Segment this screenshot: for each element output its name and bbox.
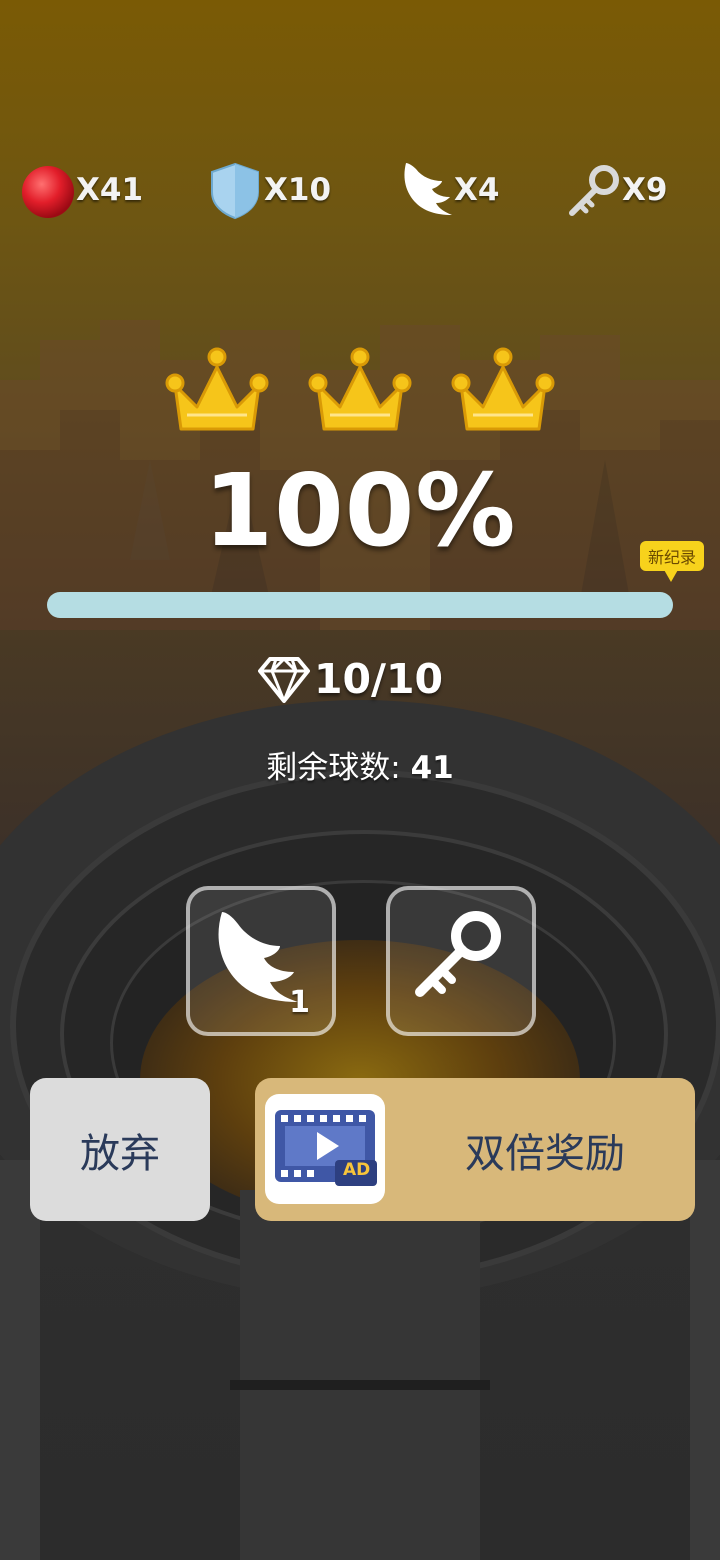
key-icon [415,911,501,997]
wings-count: X4 [454,172,500,208]
quit-button[interactable]: 放弃 [30,1078,210,1221]
progress-bar-fill [47,592,673,618]
gems-collected: 10/10 [258,650,443,708]
double-reward-button[interactable]: AD 双倍奖励 [255,1078,695,1221]
wing-icon [404,163,452,215]
track-seam [230,1380,490,1390]
shield-icon [211,162,259,220]
shields-count: X10 [264,172,332,208]
crown-rating [165,345,555,440]
balls-remaining-label: 剩余球数: [266,750,401,786]
keys-count: X9 [622,172,668,208]
video-ad-icon: AD [265,1094,385,1204]
hud-keys: X9 [566,160,667,220]
quit-button-label: 放弃 [80,1130,160,1177]
new-record-badge-tail [663,568,679,582]
key-icon [569,165,619,216]
hud-wings: X4 [398,160,499,220]
completion-percent: 100% [203,452,517,569]
balls-count: X41 [76,172,144,208]
balls-remaining-value: 41 [410,750,454,786]
hud-balls: X41 [20,160,143,220]
wing-item-button[interactable]: 1 [186,886,336,1036]
balls-remaining: 剩余球数: 41 [0,742,720,787]
new-record-badge: 新纪录 [640,541,704,571]
red-ball-icon [22,166,74,218]
crown-icon [308,347,412,431]
hud-shields: X10 [206,160,331,220]
track-edge-left [0,1160,40,1560]
crown-icon [451,347,555,431]
track-path [240,1190,480,1560]
key-item-button[interactable] [386,886,536,1036]
gems-count: 10/10 [314,655,444,703]
wing-item-count: 1 [289,985,310,1020]
ad-badge: AD [343,1160,371,1180]
diamond-icon [258,657,310,703]
crown-icon [165,347,269,431]
double-reward-label: 双倍奖励 [465,1130,625,1177]
progress-bar [47,592,673,618]
